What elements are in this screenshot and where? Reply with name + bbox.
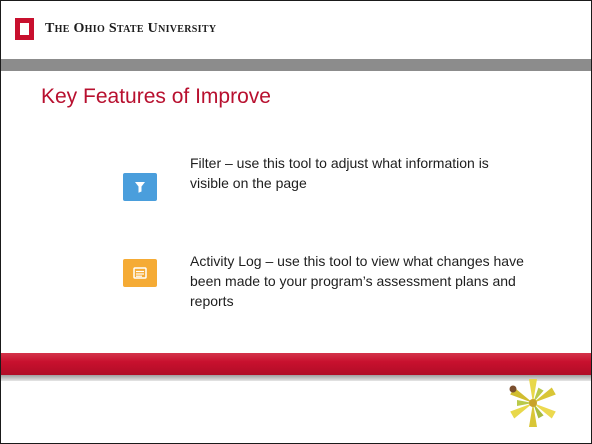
footer-red-band — [1, 353, 591, 375]
activity-log-feature-description: Activity Log – use this tool to view wha… — [190, 253, 524, 309]
filter-icon — [135, 182, 145, 193]
activity-log-icon — [133, 267, 147, 279]
header-gray-band — [1, 59, 591, 71]
filter-button[interactable] — [123, 173, 157, 201]
slide: The Ohio State University Key Features o… — [0, 0, 592, 444]
buckeye-flower-decoration-icon — [509, 379, 556, 427]
university-wordmark: The Ohio State University — [45, 21, 217, 36]
footer-band-shadow — [1, 375, 591, 381]
block-o-logo-icon — [15, 18, 34, 40]
filter-feature-description: Filter – use this tool to adjust what in… — [190, 155, 489, 191]
slide-title: Key Features of Improve — [41, 85, 271, 108]
activity-log-button[interactable] — [123, 259, 157, 287]
slide-header: The Ohio State University — [1, 1, 591, 59]
